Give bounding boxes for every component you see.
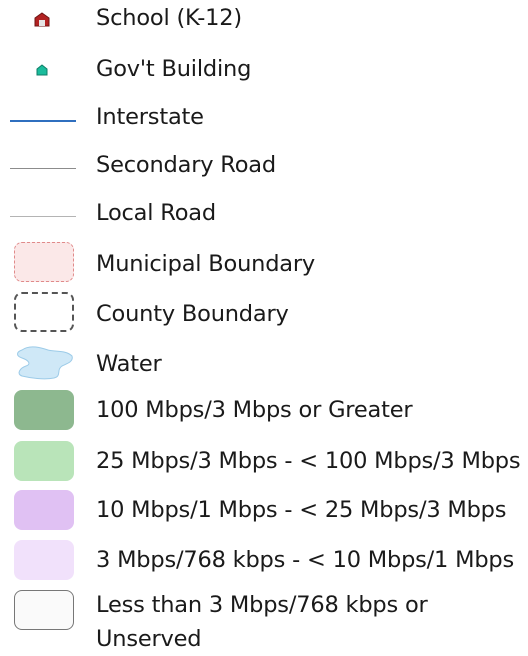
water-swatch xyxy=(8,340,76,384)
speed-100-swatch xyxy=(8,388,76,432)
legend-label-speed-100: 100 Mbps/3 Mbps or Greater xyxy=(96,397,413,423)
local-road-line-symbol xyxy=(8,195,76,239)
secondary-road-line-symbol xyxy=(8,147,76,191)
speed-25-swatch xyxy=(8,439,76,483)
legend-label-unserved: Less than 3 Mbps/768 kbps or Unserved xyxy=(96,592,428,652)
legend-label-speed-10: 10 Mbps/1 Mbps - < 25 Mbps/3 Mbps xyxy=(96,497,507,523)
legend-label-interstate: Interstate xyxy=(96,104,204,130)
speed-3-swatch xyxy=(8,538,76,582)
map-legend: School (K-12) Gov't Building Interstate … xyxy=(0,0,528,656)
school-icon xyxy=(8,0,76,44)
legend-label-county-boundary: County Boundary xyxy=(96,301,289,327)
legend-label-secondary-road: Secondary Road xyxy=(96,152,276,178)
legend-label-speed-3: 3 Mbps/768 kbps - < 10 Mbps/1 Mbps xyxy=(96,547,515,573)
legend-label-gov-building: Gov't Building xyxy=(96,56,252,82)
county-boundary-swatch xyxy=(8,290,76,334)
municipal-boundary-swatch xyxy=(8,240,76,284)
legend-label-water: Water xyxy=(96,351,162,377)
unserved-swatch xyxy=(8,588,76,632)
legend-label-municipal-boundary: Municipal Boundary xyxy=(96,251,316,277)
legend-label-local-road: Local Road xyxy=(96,200,216,226)
interstate-line-symbol xyxy=(8,99,76,143)
gov-building-icon xyxy=(8,51,76,95)
legend-label-school: School (K-12) xyxy=(96,5,242,31)
speed-10-swatch xyxy=(8,488,76,532)
legend-label-speed-25: 25 Mbps/3 Mbps - < 100 Mbps/3 Mbps xyxy=(96,448,521,474)
